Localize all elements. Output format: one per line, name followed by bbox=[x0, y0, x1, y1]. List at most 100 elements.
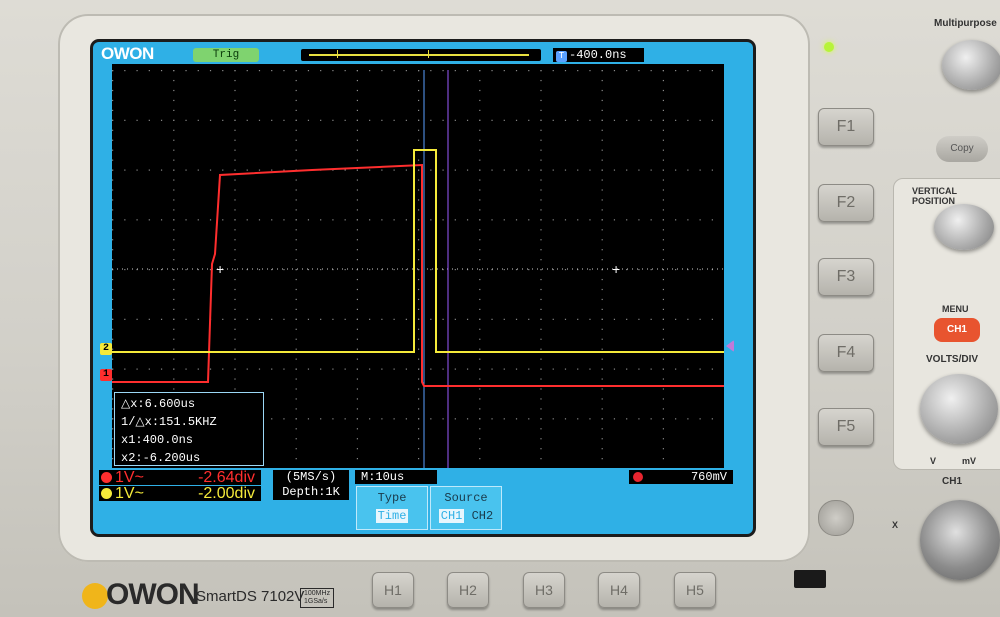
f3-button[interactable]: F3 bbox=[818, 258, 874, 296]
grid-dot bbox=[173, 298, 175, 301]
ch1-bnc-connector[interactable] bbox=[920, 500, 1000, 580]
grid-dot bbox=[601, 129, 603, 131]
menu-type-header: Type bbox=[377, 491, 407, 505]
grid-dot bbox=[173, 219, 175, 221]
grid-dot bbox=[540, 368, 542, 370]
grid-dot bbox=[160, 318, 163, 320]
grid-dot bbox=[356, 139, 358, 141]
grid-dot bbox=[601, 189, 603, 191]
h5-button[interactable]: H5 bbox=[674, 572, 716, 608]
ch1-menu-button[interactable]: CH1 bbox=[934, 318, 980, 342]
f5-button[interactable]: F5 bbox=[818, 408, 874, 446]
grid-dot bbox=[405, 269, 407, 271]
grid-dot bbox=[540, 169, 542, 171]
grid-dot bbox=[295, 219, 297, 221]
grid-dot bbox=[295, 159, 297, 161]
grid-dot bbox=[173, 209, 175, 211]
grid-dot bbox=[283, 119, 285, 121]
menu-off-button[interactable] bbox=[818, 500, 854, 536]
grid-dot bbox=[662, 209, 664, 211]
vertical-position-knob[interactable] bbox=[934, 204, 994, 250]
grid-dot bbox=[222, 169, 224, 171]
grid-dot bbox=[405, 219, 407, 221]
grid-dot bbox=[258, 219, 261, 221]
grid-dot bbox=[479, 209, 481, 211]
grid-dot bbox=[589, 318, 591, 320]
grid-dot bbox=[295, 179, 297, 181]
grid-dot bbox=[454, 418, 456, 420]
model-name: SmartDS 7102V bbox=[196, 588, 305, 605]
ch2-offset: -2.00div bbox=[198, 485, 255, 502]
multipurpose-knob[interactable] bbox=[942, 40, 1000, 90]
grid-dot bbox=[687, 119, 689, 121]
grid-dot bbox=[234, 318, 236, 320]
grid-dot bbox=[540, 79, 542, 82]
grid-dot bbox=[234, 99, 236, 102]
menu-source[interactable]: Source CH1 CH2 bbox=[430, 486, 502, 530]
grid-dot bbox=[185, 318, 187, 320]
grid-dot bbox=[613, 119, 616, 121]
menu-type-value: Time bbox=[375, 509, 409, 523]
grid-dot bbox=[173, 189, 175, 191]
grid-dot bbox=[650, 119, 652, 121]
grid-dot bbox=[356, 109, 358, 111]
copy-button[interactable]: Copy bbox=[936, 136, 988, 162]
grid-dot bbox=[369, 368, 371, 370]
grid-dot bbox=[662, 348, 664, 350]
grid-dot bbox=[626, 70, 628, 72]
grid-dot bbox=[160, 119, 163, 121]
grid-dot bbox=[295, 378, 297, 380]
grid-dot bbox=[234, 239, 236, 241]
cursor-crosshair-1: + bbox=[216, 261, 224, 277]
grid-dot bbox=[662, 298, 664, 301]
h4-button[interactable]: H4 bbox=[598, 572, 640, 608]
cursor-x1: x1:400.0ns bbox=[121, 433, 194, 447]
grid-dot bbox=[418, 229, 420, 231]
spec-label: 100MHz 1GSa/s bbox=[300, 588, 335, 608]
grid-dot bbox=[295, 129, 297, 131]
f4-button[interactable]: F4 bbox=[818, 334, 874, 372]
grid-dot bbox=[638, 219, 640, 221]
volts-div-knob[interactable] bbox=[920, 374, 998, 444]
grid-dot bbox=[356, 249, 358, 251]
grid-dot bbox=[234, 338, 236, 340]
grid-dot bbox=[356, 99, 358, 102]
grid-dot bbox=[295, 288, 297, 291]
grid-dot bbox=[356, 388, 358, 390]
grid-dot bbox=[662, 308, 664, 310]
grid-dot bbox=[197, 219, 199, 221]
grid-dot bbox=[589, 70, 591, 72]
grid-dot bbox=[173, 199, 175, 201]
h2-button[interactable]: H2 bbox=[447, 572, 489, 608]
grid-dot bbox=[246, 70, 248, 72]
grid-dot bbox=[344, 368, 346, 370]
grid-dot bbox=[662, 199, 664, 201]
ch1-level-marker: 1 bbox=[100, 369, 112, 381]
grid-dot bbox=[479, 259, 481, 261]
trigger-state-indicator: Trig bbox=[193, 48, 259, 62]
h3-button[interactable]: H3 bbox=[523, 572, 565, 608]
f2-button[interactable]: F2 bbox=[818, 184, 874, 222]
usb-port[interactable] bbox=[794, 570, 826, 588]
grid-dot bbox=[369, 119, 371, 121]
grid-dot bbox=[418, 159, 420, 161]
grid-dot bbox=[418, 408, 420, 410]
ch1-scale: 1V~ bbox=[115, 469, 144, 486]
grid-dot bbox=[369, 169, 371, 171]
grid-dot bbox=[479, 418, 481, 420]
grid-dot bbox=[540, 189, 542, 191]
ch2-scale: 1V~ bbox=[115, 485, 144, 502]
grid-dot bbox=[540, 308, 542, 310]
grid-dot bbox=[711, 318, 713, 320]
menu-type[interactable]: Type Time bbox=[356, 486, 428, 530]
acquisition-info: (5MS/s) Depth:1K bbox=[273, 470, 349, 500]
grid-dot bbox=[185, 368, 187, 370]
grid-dot bbox=[418, 308, 420, 310]
f1-button[interactable]: F1 bbox=[818, 108, 874, 146]
grid-dot bbox=[601, 249, 603, 251]
grid-dot bbox=[466, 169, 469, 171]
grid-dot bbox=[320, 269, 322, 271]
h1-button[interactable]: H1 bbox=[372, 572, 414, 608]
grid-dot bbox=[662, 179, 664, 181]
grid-dot bbox=[687, 368, 689, 370]
